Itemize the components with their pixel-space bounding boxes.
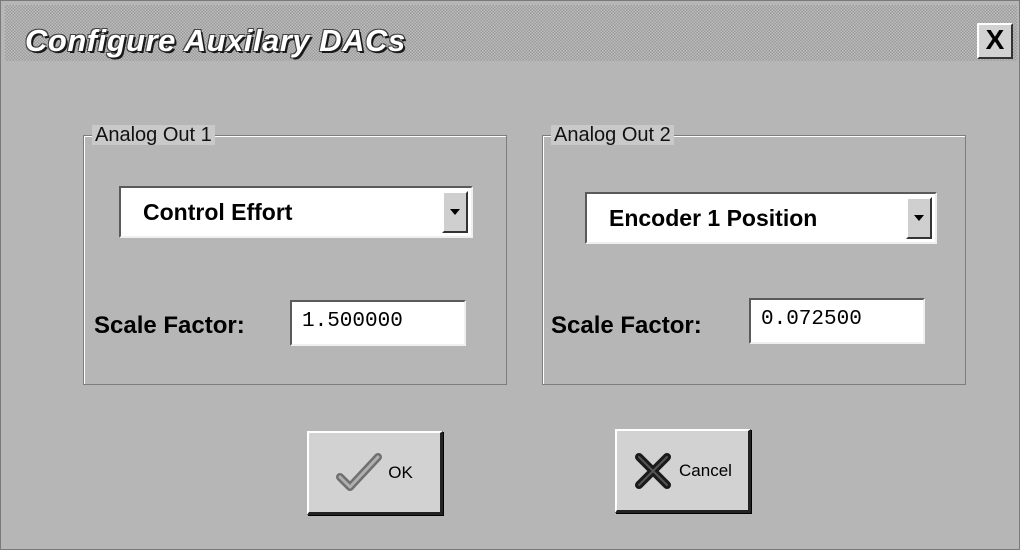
cancel-button[interactable]: Cancel [615, 429, 751, 513]
analog-out-2-group: Analog Out 2 Encoder 1 Position Scale Fa… [542, 125, 966, 385]
dialog-client-area: Analog Out 1 Control Effort Scale Factor… [5, 63, 1017, 547]
chevron-down-icon [914, 215, 924, 221]
analog-out-1-select[interactable]: Control Effort [119, 186, 473, 238]
analog-out-1-selected-value: Control Effort [143, 199, 293, 225]
title-bar[interactable]: Configure Auxilary DACs X [5, 5, 1017, 61]
analog-out-2-scale-label: Scale Factor: [551, 312, 702, 339]
chevron-down-icon [450, 209, 460, 215]
analog-out-1-label: Analog Out 1 [92, 125, 215, 145]
analog-out-2-selected-value: Encoder 1 Position [609, 205, 818, 231]
analog-out-1-scale-label: Scale Factor: [94, 312, 245, 339]
analog-out-1-scale-input[interactable]: 1.500000 [290, 300, 466, 346]
analog-out-1-dropdown-button[interactable] [442, 191, 468, 233]
ok-label: OK [388, 462, 413, 482]
checkmark-icon [336, 452, 383, 491]
analog-out-2-label: Analog Out 2 [551, 125, 674, 145]
analog-out-2-select[interactable]: Encoder 1 Position [585, 192, 937, 244]
analog-out-1-group: Analog Out 1 Control Effort Scale Factor… [83, 125, 507, 385]
cancel-label: Cancel [679, 460, 732, 480]
ok-button[interactable]: OK [307, 431, 443, 515]
analog-out-2-scale-input[interactable]: 0.072500 [749, 298, 925, 344]
dialog-window: Configure Auxilary DACs X Analog Out 1 C… [0, 0, 1020, 550]
close-button[interactable]: X [977, 23, 1013, 59]
x-mark-icon [635, 452, 672, 489]
window-title: Configure Auxilary DACs [25, 23, 406, 58]
analog-out-2-dropdown-button[interactable] [906, 197, 932, 239]
